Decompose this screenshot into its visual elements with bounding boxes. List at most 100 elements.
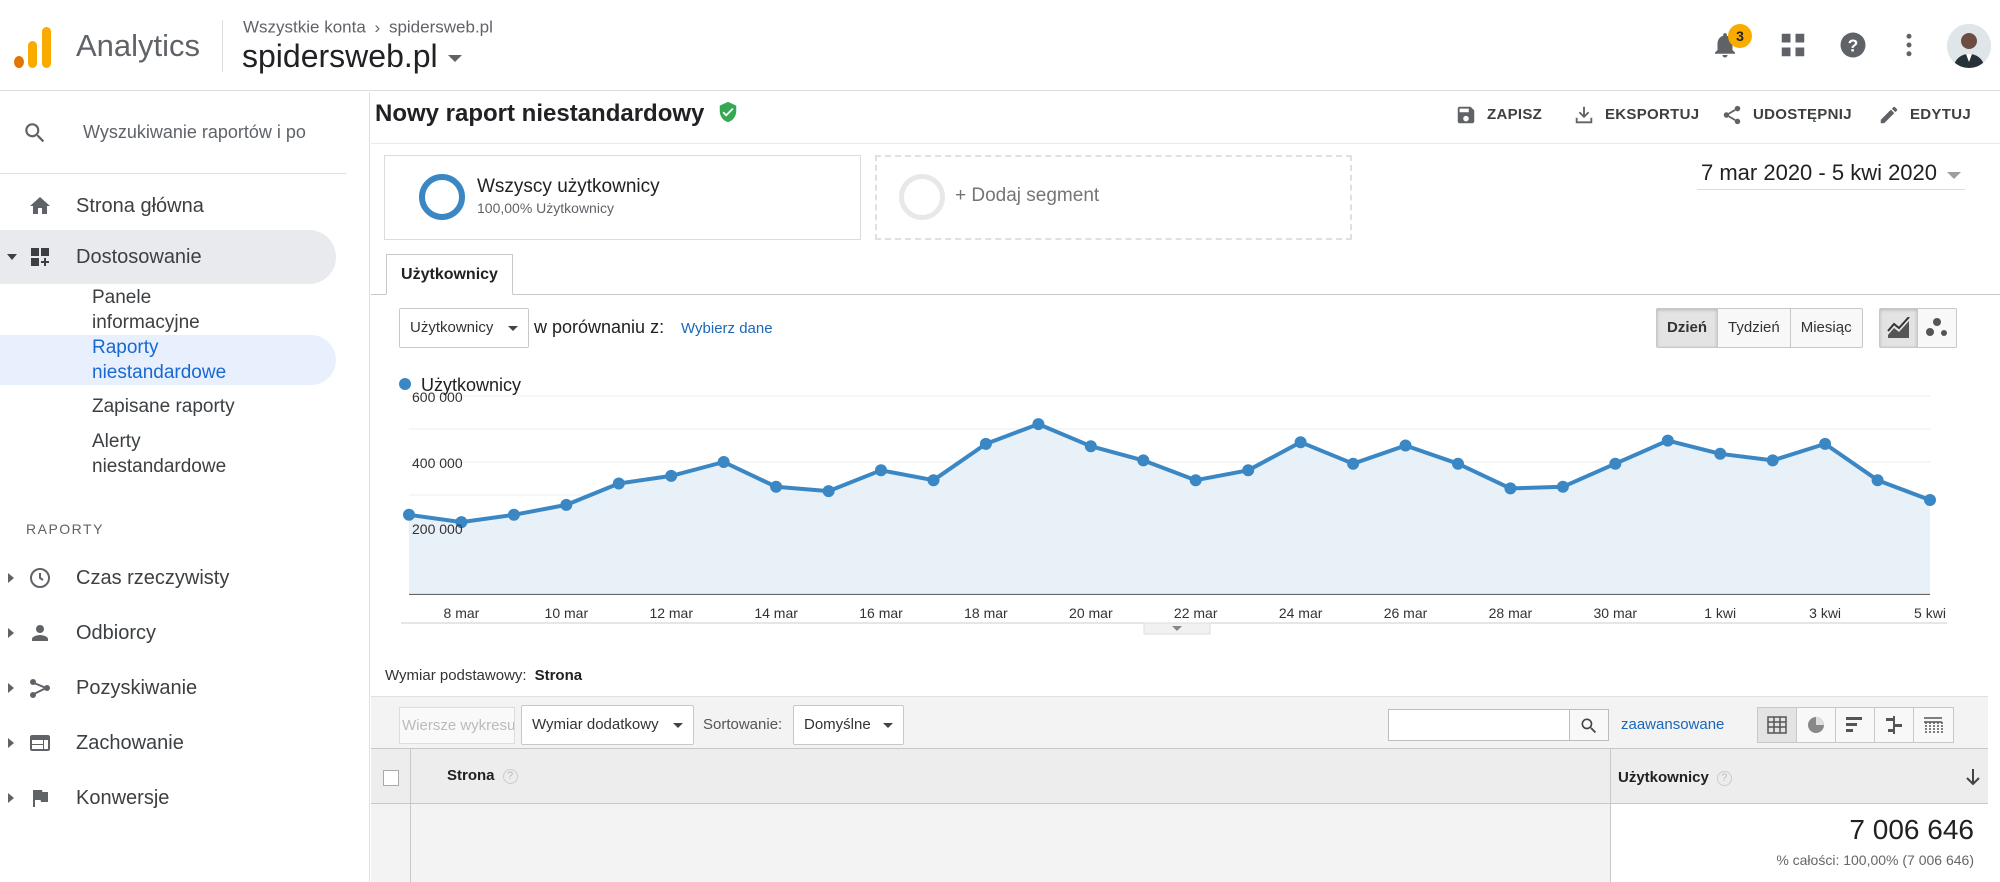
more-vert-icon[interactable] <box>1894 30 1924 60</box>
data-point[interactable] <box>1661 434 1674 447</box>
sidebar-item-label: Dostosowanie <box>76 246 202 268</box>
data-point[interactable] <box>612 477 625 490</box>
help-icon[interactable]: ? <box>502 769 518 784</box>
data-point[interactable] <box>1924 494 1936 506</box>
column-divider <box>1610 749 1611 805</box>
data-point[interactable] <box>875 464 887 477</box>
sort-value: Domyślne <box>804 716 871 733</box>
sidebar-item-customization[interactable]: Dostosowanie <box>0 230 336 284</box>
primary-dimension-value[interactable]: Strona <box>535 667 583 684</box>
table-view-toggle <box>1757 707 1954 743</box>
sidebar-item-label: Czas rzeczywisty <box>76 567 230 589</box>
x-tick-label: 18 mar <box>964 605 1008 621</box>
tab-users[interactable]: Użytkownicy <box>386 254 513 295</box>
data-point[interactable] <box>822 485 835 498</box>
sidebar-item-acquisition[interactable]: Pozyskiwanie <box>0 661 336 715</box>
app-title[interactable]: Analytics <box>76 28 200 64</box>
data-point[interactable] <box>1137 454 1150 467</box>
data-point[interactable] <box>1504 482 1517 495</box>
sidebar-item-custom-reports[interactable]: Raporty niestandardowe <box>0 335 336 385</box>
table-view-pivot-button[interactable] <box>1914 708 1953 742</box>
analytics-logo-icon[interactable] <box>14 26 54 68</box>
data-point[interactable] <box>770 480 783 493</box>
sort-descending-arrow-icon[interactable] <box>1965 768 1981 786</box>
report-main: Nowy raport niestandardowy ZAPISZ EKSPOR… <box>371 92 2000 882</box>
data-point[interactable] <box>1609 457 1622 470</box>
x-tick-label: 10 mar <box>545 605 589 621</box>
total-users-share: % całości: 100,00% (7 006 646) <box>1776 852 1974 868</box>
x-tick-label: 22 mar <box>1174 605 1218 621</box>
sidebar-item-home[interactable]: Strona główna <box>0 179 336 233</box>
table-filter-input[interactable] <box>1388 709 1570 741</box>
caret-down-icon <box>883 723 893 728</box>
primary-dimension-label: Wymiar podstawowy: <box>385 667 527 684</box>
data-point[interactable] <box>717 456 730 468</box>
table-search-button[interactable] <box>1570 709 1609 741</box>
data-point[interactable] <box>1714 447 1727 460</box>
avatar[interactable] <box>1947 24 1991 68</box>
x-tick-label: 8 mar <box>444 605 480 621</box>
table-view-comparison-button[interactable] <box>1875 708 1914 742</box>
breadcrumb-property[interactable]: spidersweb.pl <box>389 18 493 37</box>
data-point[interactable] <box>1242 464 1255 477</box>
data-point[interactable] <box>1032 418 1045 431</box>
x-tick-label: 28 mar <box>1489 605 1533 621</box>
data-point[interactable] <box>560 498 573 511</box>
column-header-users[interactable]: Użytkownicy? <box>1618 769 1732 786</box>
data-point[interactable] <box>1294 436 1307 449</box>
data-point[interactable] <box>1871 474 1884 487</box>
data-point[interactable] <box>1452 457 1464 470</box>
data-point[interactable] <box>1399 439 1412 452</box>
breadcrumb-account[interactable]: Wszystkie konta <box>243 18 366 37</box>
sidebar-item-saved-reports[interactable]: Zapisane raporty <box>0 394 336 420</box>
sidebar-item-label: Zachowanie <box>76 732 184 754</box>
sidebar-item-audience[interactable]: Odbiorcy <box>0 606 336 660</box>
data-point[interactable] <box>979 437 992 450</box>
secondary-dimension-select[interactable]: Wymiar dodatkowy <box>521 705 694 745</box>
column-header-page[interactable]: Strona? <box>447 767 518 784</box>
data-point[interactable] <box>1819 437 1832 450</box>
data-point[interactable] <box>1556 480 1569 493</box>
advanced-filter-link[interactable]: zaawansowane <box>1621 716 1724 733</box>
caret-down-icon <box>447 55 462 63</box>
help-icon[interactable]: ? <box>1716 771 1732 786</box>
search-input[interactable]: Wyszukiwanie raportów i po <box>83 122 306 143</box>
data-point[interactable] <box>927 474 940 487</box>
data-point[interactable] <box>1347 457 1360 470</box>
sidebar-item-label: Konwersje <box>76 787 170 809</box>
totals-cell: 7 006 646 % całości: 100,00% (7 006 646) <box>1610 804 1988 882</box>
sort-select[interactable]: Domyślne <box>793 705 904 745</box>
report-search[interactable]: Wyszukiwanie raportów i po <box>0 92 346 174</box>
divider <box>222 20 223 72</box>
account-selector[interactable]: spidersweb.pl <box>242 38 462 75</box>
notification-badge: 3 <box>1728 24 1752 48</box>
data-point[interactable] <box>1766 454 1779 467</box>
data-point[interactable] <box>1189 474 1202 487</box>
apps-grid-icon[interactable] <box>1778 30 1808 60</box>
y-tick-label: 400 000 <box>412 455 463 471</box>
reports-section-heading: RAPORTY <box>26 521 104 537</box>
account-name: spidersweb.pl <box>242 38 438 74</box>
sidebar-item-behavior[interactable]: Zachowanie <box>0 716 336 770</box>
y-tick-label: 200 000 <box>412 521 463 537</box>
sidebar-item-dashboards[interactable]: Panele informacyjne <box>0 285 336 335</box>
data-point[interactable] <box>665 469 678 482</box>
x-tick-label: 12 mar <box>649 605 693 621</box>
table-view-pie-button[interactable] <box>1797 708 1836 742</box>
users-line-chart[interactable]: 600 000 400 000 200 000 8 mar 10 mar 12 mar 14… <box>371 92 2000 652</box>
select-all-checkbox[interactable] <box>383 770 399 786</box>
table-view-performance-button[interactable] <box>1836 708 1875 742</box>
sidebar-item-label: Panele informacyjne <box>92 287 200 333</box>
data-point[interactable] <box>403 508 415 521</box>
data-point[interactable] <box>507 508 520 521</box>
data-point[interactable] <box>1084 440 1097 453</box>
table-view-data-button[interactable] <box>1758 708 1797 742</box>
top-bar: Analytics Wszystkie konta › spidersweb.p… <box>0 0 2000 91</box>
breadcrumb[interactable]: Wszystkie konta › spidersweb.pl <box>243 17 493 38</box>
sidebar-item-realtime[interactable]: Czas rzeczywisty <box>0 551 336 605</box>
sidebar: Wyszukiwanie raportów i po Strona główna… <box>0 92 370 882</box>
sidebar-item-conversions[interactable]: Konwersje <box>0 771 336 825</box>
help-icon[interactable]: ? <box>1838 30 1868 60</box>
sidebar-item-custom-alerts[interactable]: Alerty niestandardowe <box>0 429 336 479</box>
plot-rows-button[interactable]: Wiersze wykresu <box>399 707 515 744</box>
